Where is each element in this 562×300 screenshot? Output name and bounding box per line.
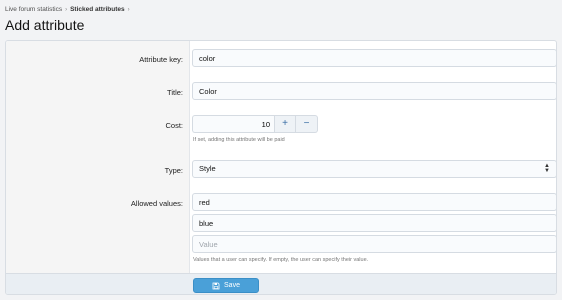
- type-label: Type:: [164, 166, 183, 175]
- allowed-values-hint: Values that a user can specify. If empty…: [193, 257, 369, 263]
- title-input[interactable]: [192, 82, 556, 100]
- cost-input[interactable]: [192, 115, 274, 133]
- form-block: Attribute key: Title: Cost: + − If set, …: [5, 40, 557, 295]
- increment-button[interactable]: +: [274, 115, 296, 133]
- breadcrumb-item-sticked-attributes[interactable]: Sticked attributes: [70, 6, 125, 13]
- breadcrumb: Live forum statistics › Sticked attribut…: [5, 6, 133, 13]
- title-label: Title:: [167, 88, 183, 97]
- submit-bar: Save: [6, 273, 556, 294]
- chevron-right-icon: ›: [127, 6, 130, 13]
- chevron-right-icon: ›: [65, 6, 68, 13]
- type-select[interactable]: Style ▲ ▼: [192, 160, 556, 178]
- type-select-value: Style: [199, 164, 216, 173]
- save-button-label: Save: [224, 282, 240, 289]
- save-button[interactable]: Save: [193, 278, 259, 293]
- allowed-value-input[interactable]: [192, 193, 556, 211]
- page-title: Add attribute: [5, 17, 85, 33]
- allowed-values-label: Allowed values:: [130, 199, 183, 208]
- allowed-value-input[interactable]: [192, 214, 556, 232]
- attribute-key-label: Attribute key:: [139, 55, 183, 64]
- cost-stepper: + −: [192, 115, 322, 133]
- attribute-key-input[interactable]: [192, 49, 556, 67]
- updown-caret-icon: ▲ ▼: [544, 163, 550, 174]
- save-icon: [212, 282, 220, 289]
- label-column: [6, 41, 190, 273]
- breadcrumb-item-live-forum-statistics[interactable]: Live forum statistics: [5, 6, 62, 13]
- allowed-value-new-input[interactable]: [192, 235, 556, 253]
- cost-hint: If set, adding this attribute will be pa…: [193, 137, 285, 143]
- cost-label: Cost:: [165, 121, 183, 130]
- decrement-button[interactable]: −: [296, 115, 318, 133]
